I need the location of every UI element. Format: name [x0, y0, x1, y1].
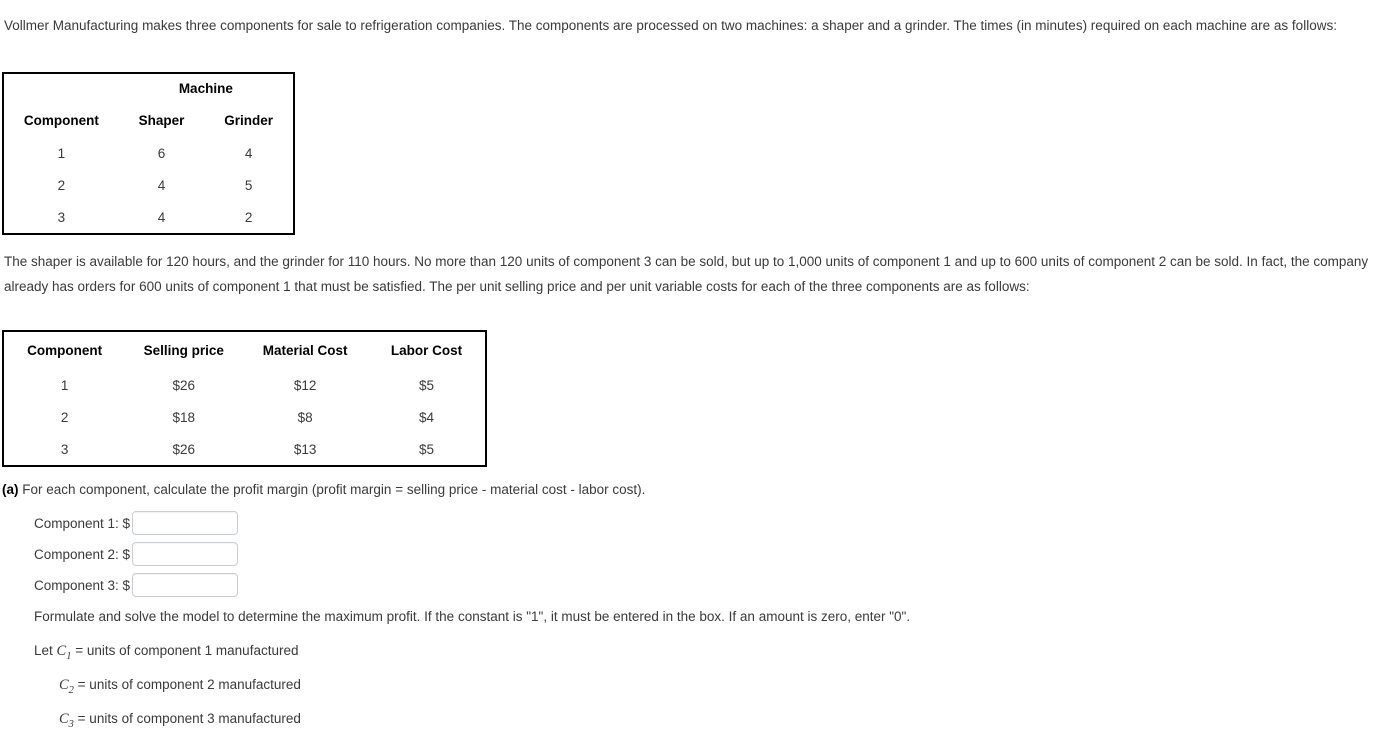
- cost-cell-labor-cost: $4: [419, 409, 435, 425]
- variable-symbol-3: C3: [59, 710, 74, 730]
- cost-table-header-component: Component: [27, 343, 103, 358]
- variable-rest-3: = units of component 3 manufactured: [73, 710, 301, 726]
- machine-cell-grinder: 2: [244, 209, 253, 225]
- table-row: 2 $18 $8 $4: [3, 401, 486, 433]
- machine-table-span-header: Machine: [178, 80, 233, 96]
- cost-table-body: 1 $26 $12 $5 2 $18 $8 $4 3 $26 $13 $5: [3, 369, 486, 466]
- answer-label-component-1: Component 1: $: [34, 515, 131, 531]
- part-a-label: (a): [2, 482, 19, 497]
- profit-margin-input-component-3[interactable]: [132, 573, 239, 597]
- machine-table-head: Machine Component Shaper Grinder: [3, 73, 294, 137]
- cost-cell-component: 2: [60, 409, 69, 425]
- cost-table-header-material-cost: Material Cost: [262, 343, 348, 358]
- variable-symbol-1: C1: [56, 643, 72, 662]
- machine-cell-shaper: 4: [157, 209, 166, 225]
- variable-letter-2: C: [59, 676, 69, 693]
- machine-table-span-blank: [3, 73, 119, 104]
- table-row: 3 4 2: [3, 201, 294, 234]
- cost-cell-selling-price: $26: [172, 377, 196, 393]
- machine-table-header-row: Component Shaper Grinder: [3, 104, 294, 137]
- profit-margin-answer-group: Component 1: $ Component 2: $ Component …: [34, 508, 239, 601]
- variable-definition-line-3: C3 = units of component 3 manufactured: [34, 705, 634, 739]
- variable-definition-line-1: Let C1 = units of component 1 manufactur…: [34, 637, 634, 671]
- cost-cell-material-cost: $8: [297, 409, 313, 425]
- variable-rest-2: = units of component 2 manufactured: [73, 676, 301, 692]
- profit-margin-input-component-1[interactable]: [132, 511, 239, 535]
- cost-cell-component: 3: [60, 441, 69, 457]
- variable-definition-line-2: C2 = units of component 2 manufactured: [34, 671, 634, 705]
- cost-table-header-row: Component Selling price Material Cost La…: [3, 331, 486, 369]
- machine-table-body: 1 6 4 2 4 5 3 4 2: [3, 137, 294, 234]
- machine-cell-grinder: 4: [244, 145, 253, 161]
- second-paragraph: The shaper is available for 120 hours, a…: [4, 254, 1369, 294]
- table-row: 2 4 5: [3, 169, 294, 201]
- machine-cell-grinder: 5: [244, 177, 253, 193]
- cost-cell-labor-cost: $5: [419, 441, 435, 457]
- answer-label-component-3: Component 3: $: [34, 577, 131, 593]
- answer-row-component-3: Component 3: $: [34, 570, 239, 600]
- machine-cell-shaper: 6: [157, 145, 166, 161]
- answer-label-component-2: Component 2: $: [34, 546, 131, 562]
- machine-cell-component: 1: [57, 145, 66, 161]
- machine-cell-component: 3: [57, 209, 66, 225]
- table-row: 3 $26 $13 $5: [3, 433, 486, 466]
- cost-table-header-labor-cost: Labor Cost: [390, 343, 463, 358]
- machine-cell-component: 2: [57, 177, 66, 193]
- machine-cell-shaper: 4: [157, 177, 166, 193]
- cost-table: Component Selling price Material Cost La…: [2, 330, 487, 467]
- machine-table-span-row: Machine: [3, 73, 294, 104]
- answer-row-component-1: Component 1: $: [34, 508, 239, 538]
- table-row: 1 $26 $12 $5: [3, 369, 486, 401]
- table-row: 1 6 4: [3, 137, 294, 169]
- variable-letter-3: C: [59, 710, 69, 727]
- cost-cell-material-cost: $13: [293, 441, 317, 457]
- variable-letter-1: C: [56, 643, 67, 659]
- machine-times-table: Machine Component Shaper Grinder 1 6 4 2…: [2, 72, 295, 235]
- formulate-instruction: Formulate and solve the model to determi…: [34, 609, 911, 624]
- cost-table-head: Component Selling price Material Cost La…: [3, 331, 486, 369]
- profit-margin-input-component-2[interactable]: [132, 542, 239, 566]
- cost-cell-selling-price: $18: [172, 409, 196, 425]
- part-a-text: For each component, calculate the profit…: [22, 482, 646, 497]
- part-a-question: (a) For each component, calculate the pr…: [2, 482, 1102, 497]
- variable-definitions: Let C1 = units of component 1 manufactur…: [34, 637, 634, 739]
- intro-paragraph: Vollmer Manufacturing makes three compon…: [4, 18, 1337, 33]
- answer-row-component-2: Component 2: $: [34, 539, 239, 569]
- machine-table-header-shaper: Shaper: [138, 113, 185, 128]
- cost-cell-labor-cost: $5: [419, 377, 435, 393]
- machine-table-header-component: Component: [23, 113, 99, 128]
- variable-symbol-2: C2: [59, 676, 74, 696]
- variable-rest-1: = units of component 1 manufactured: [71, 643, 299, 658]
- variable-prefix-1: Let: [34, 643, 57, 658]
- cost-cell-component: 1: [60, 377, 69, 393]
- cost-cell-material-cost: $12: [293, 377, 317, 393]
- cost-cell-selling-price: $26: [172, 441, 196, 457]
- cost-table-header-selling-price: Selling price: [143, 343, 224, 358]
- machine-table-header-grinder: Grinder: [224, 113, 274, 128]
